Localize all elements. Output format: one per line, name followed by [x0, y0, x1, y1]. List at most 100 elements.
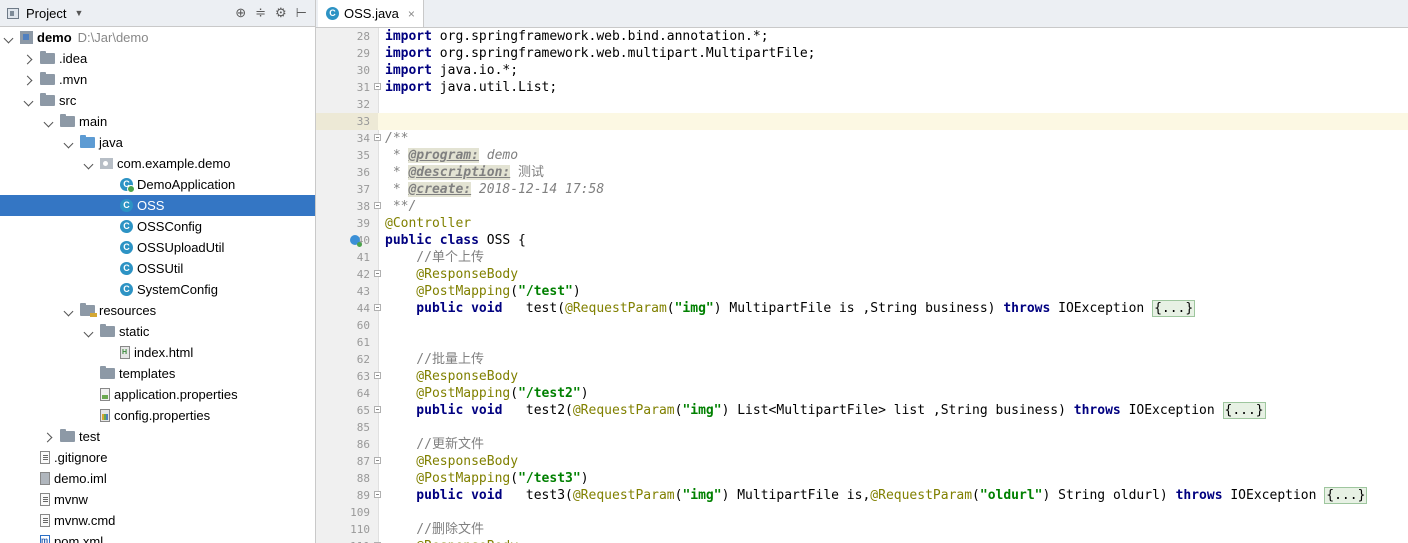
chevron-right-icon[interactable] [24, 54, 34, 64]
tree-item-test[interactable]: test [0, 426, 315, 447]
tree-item-oss[interactable]: C OSS [0, 195, 315, 216]
code-line[interactable]: 39 @Controller [316, 215, 1408, 232]
tree-item-config-properties[interactable]: config.properties [0, 405, 315, 426]
tree-item-mvnw[interactable]: mvnw [0, 489, 315, 510]
tree-item-idea[interactable]: .idea [0, 48, 315, 69]
line-number: 110 [350, 523, 370, 536]
code-line[interactable]: 65 public void test2(@RequestParam("img"… [316, 402, 1408, 419]
code-line[interactable]: 33 [316, 113, 1408, 130]
code-line[interactable]: 86 //更新文件 [316, 436, 1408, 453]
code-line[interactable]: 61 [316, 334, 1408, 351]
java-class-icon: C [120, 199, 133, 212]
fold-icon[interactable] [374, 491, 381, 498]
fold-icon[interactable] [374, 134, 381, 141]
code-line[interactable]: 43 @PostMapping("/test") [316, 283, 1408, 300]
file-icon [40, 535, 50, 543]
code-token: IOException [1120, 403, 1223, 418]
close-icon[interactable]: × [408, 7, 415, 21]
folded-block-placeholder[interactable]: {...} [1222, 402, 1266, 419]
code-line[interactable]: 87 @ResponseBody [316, 453, 1408, 470]
tree-item-ossuploadutil[interactable]: C OSSUploadUtil [0, 237, 315, 258]
tree-item-application-properties[interactable]: application.properties [0, 384, 315, 405]
gear-icon[interactable]: ⚙ [275, 5, 287, 21]
folded-block-placeholder[interactable]: {...} [1152, 300, 1196, 317]
tree-item-resources[interactable]: resources [0, 300, 315, 321]
chevron-down-icon[interactable] [64, 306, 74, 316]
code-line[interactable]: 63 @ResponseBody [316, 368, 1408, 385]
code-line[interactable]: 38 **/ [316, 198, 1408, 215]
code-line[interactable]: 88 @PostMapping("/test3") [316, 470, 1408, 487]
tree-item-pom-xml[interactable]: pom.xml [0, 531, 315, 543]
tree-item-java[interactable]: java [0, 132, 315, 153]
folded-block-placeholder[interactable]: {...} [1324, 487, 1368, 504]
code-line[interactable]: 62 //批量上传 [316, 351, 1408, 368]
tree-item-demo[interactable]: demo D:\Jar\demo [0, 27, 315, 48]
tree-item-ossconfig[interactable]: C OSSConfig [0, 216, 315, 237]
module-icon [20, 31, 33, 44]
fold-icon[interactable] [374, 270, 381, 277]
fold-icon[interactable] [374, 83, 381, 90]
code-line[interactable]: 36 * @description: 测试 [316, 164, 1408, 181]
locate-icon[interactable]: ⊕ [235, 5, 246, 21]
tree-item-main[interactable]: main [0, 111, 315, 132]
tree-item-mvn[interactable]: .mvn [0, 69, 315, 90]
chevron-down-icon[interactable] [84, 327, 94, 337]
code-line[interactable]: 28 import org.springframework.web.bind.an… [316, 28, 1408, 45]
chevron-down-icon[interactable] [44, 117, 54, 127]
code-line[interactable]: 41 //单个上传 [316, 249, 1408, 266]
code-line[interactable]: 85 [316, 419, 1408, 436]
chevron-down-icon[interactable] [4, 33, 14, 43]
line-number: 61 [356, 336, 370, 349]
code-line[interactable]: 109 [316, 504, 1408, 521]
fold-icon[interactable] [374, 202, 381, 209]
code-line[interactable]: 35 * @program: demo [316, 147, 1408, 164]
code-token: //更新文件 [385, 437, 484, 452]
tree-item-ossutil[interactable]: C OSSUtil [0, 258, 315, 279]
file-icon [100, 409, 110, 422]
line-number: 87 [356, 455, 370, 468]
code-line[interactable]: 111 @ResponseBody [316, 538, 1408, 543]
tree-item-static[interactable]: static [0, 321, 315, 342]
code-line[interactable]: 40 public class OSS { [316, 232, 1408, 249]
tree-item-index-html[interactable]: index.html [0, 342, 315, 363]
fold-icon[interactable] [374, 304, 381, 311]
fold-icon[interactable] [374, 457, 381, 464]
code-text: @ResponseBody [385, 266, 518, 283]
collapse-all-icon[interactable]: ≑ [255, 5, 266, 21]
code-line[interactable]: 89 public void test3(@RequestParam("img"… [316, 487, 1408, 504]
code-line[interactable]: 44 public void test(@RequestParam("img")… [316, 300, 1408, 317]
chevron-right-icon[interactable] [44, 432, 54, 442]
tree-item-gitignore[interactable]: .gitignore [0, 447, 315, 468]
code-line[interactable]: 42 @ResponseBody [316, 266, 1408, 283]
code-line[interactable]: 30 import java.io.*; [316, 62, 1408, 79]
chevron-down-icon[interactable]: ▼ [74, 8, 83, 18]
code-line[interactable]: 64 @PostMapping("/test2") [316, 385, 1408, 402]
code-line[interactable]: 34 /** [316, 130, 1408, 147]
tree-item-src[interactable]: src [0, 90, 315, 111]
code-line[interactable]: 31 import java.util.List; [316, 79, 1408, 96]
code-line[interactable]: 60 [316, 317, 1408, 334]
tree-item-templates[interactable]: templates [0, 363, 315, 384]
fold-icon[interactable] [374, 372, 381, 379]
tree-item-package[interactable]: com.example.demo [0, 153, 315, 174]
tree-item-mvnw-cmd[interactable]: mvnw.cmd [0, 510, 315, 531]
tree-item-demoapplication[interactable]: C DemoApplication [0, 174, 315, 195]
chevron-down-icon[interactable] [24, 96, 34, 106]
code-token: ( [510, 386, 519, 401]
code-line[interactable]: 32 [316, 96, 1408, 113]
code-line[interactable]: 37 * @create: 2018-12-14 17:58 [316, 181, 1408, 198]
code-line[interactable]: 29 import org.springframework.web.multipa… [316, 45, 1408, 62]
project-panel-title[interactable]: Project [26, 6, 66, 21]
code-area[interactable]: 28 import org.springframework.web.bind.an… [316, 28, 1408, 543]
tab-oss-java[interactable]: C OSS.java × [318, 0, 424, 27]
tree-item-systemconfig[interactable]: C SystemConfig [0, 279, 315, 300]
chevron-down-icon[interactable] [84, 159, 94, 169]
chevron-down-icon[interactable] [64, 138, 74, 148]
tree-item-demo-iml[interactable]: demo.iml [0, 468, 315, 489]
fold-icon[interactable] [374, 406, 381, 413]
run-gutter-icon[interactable] [350, 235, 362, 247]
chevron-right-icon[interactable] [24, 75, 34, 85]
hide-panel-icon[interactable]: ⊢ [296, 5, 307, 21]
code-line[interactable]: 110 //删除文件 [316, 521, 1408, 538]
file-icon [40, 472, 50, 485]
